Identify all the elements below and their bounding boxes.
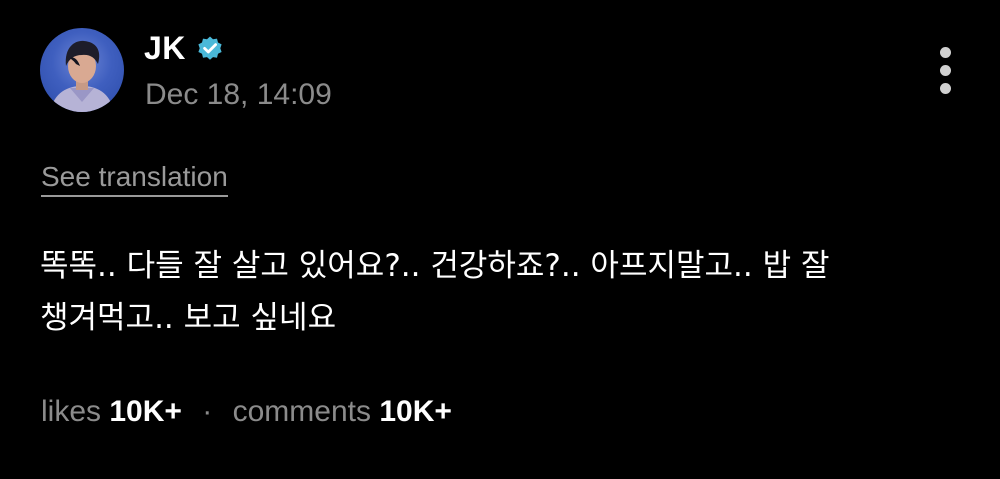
likes-label: likes [41, 395, 102, 428]
author-name[interactable]: JK [144, 30, 186, 66]
avatar-image [50, 40, 114, 112]
post-card: JK Dec 18, 14:09 See translation 똑똑.. 다들… [0, 0, 1000, 479]
verified-badge-icon [198, 36, 222, 60]
more-dot [940, 83, 951, 94]
stats-separator: · [202, 395, 213, 428]
post-stats: likes 10K+ · comments 10K+ [41, 392, 452, 432]
more-vertical-icon[interactable] [930, 44, 962, 98]
comments-count: 10K+ [379, 395, 452, 428]
more-dot [940, 65, 951, 76]
see-translation-link[interactable]: See translation [41, 160, 228, 197]
avatar[interactable] [40, 28, 124, 112]
more-dot [940, 47, 951, 58]
post-timestamp: Dec 18, 14:09 [145, 78, 332, 111]
comments-stat[interactable]: comments 10K+ [224, 395, 452, 428]
comments-label: comments [232, 395, 371, 428]
likes-count: 10K+ [109, 395, 182, 428]
likes-stat[interactable]: likes 10K+ [41, 395, 190, 428]
post-body-text: 똑똑.. 다들 잘 살고 있어요?.. 건강하죠?.. 아프지말고.. 밥 잘 … [40, 248, 830, 336]
